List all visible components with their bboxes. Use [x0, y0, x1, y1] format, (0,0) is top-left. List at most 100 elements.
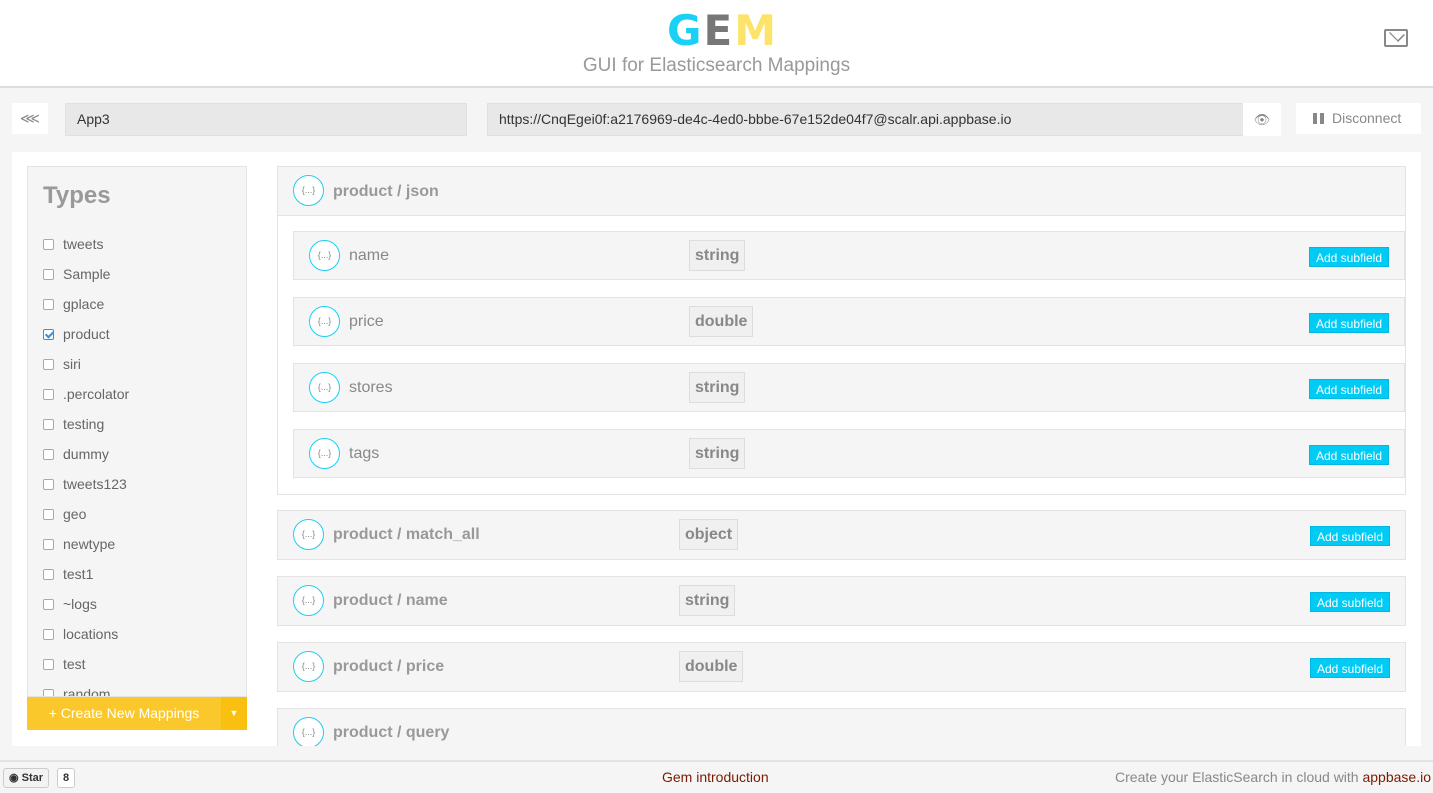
logo-letter: E	[703, 6, 735, 55]
mapping-title: product / match_all	[333, 526, 480, 543]
mapping-type: double	[679, 651, 744, 682]
type-label: test1	[63, 566, 94, 582]
type-checkbox[interactable]	[43, 538, 54, 550]
field-type: string	[689, 438, 746, 469]
add-subfield-button[interactable]: Add subfield	[1309, 313, 1389, 333]
type-item[interactable]: test1	[43, 559, 129, 589]
logo-letter: M	[734, 6, 778, 55]
object-icon: {...}	[309, 372, 340, 403]
main-panel: Types tweets Sample gplace product siri .perc…	[12, 152, 1421, 746]
type-checkbox[interactable]	[43, 628, 54, 640]
type-item[interactable]: geo	[43, 499, 129, 529]
type-checkbox[interactable]	[43, 448, 54, 460]
logo-letter: G	[667, 6, 704, 55]
add-subfield-button[interactable]: Add subfield	[1309, 445, 1389, 465]
type-label: test	[63, 656, 86, 672]
object-icon: {...}	[293, 585, 324, 616]
add-subfield-button[interactable]: Add subfield	[1310, 526, 1390, 546]
mappings-content: {...} product / json {...} name string Add su…	[277, 166, 1406, 746]
type-checkbox[interactable]	[43, 478, 54, 490]
type-item[interactable]: siri	[43, 349, 129, 379]
mapping-type: object	[679, 519, 739, 550]
type-checkbox[interactable]	[43, 358, 54, 370]
type-label: testing	[63, 416, 105, 432]
share-icon: ⋘	[20, 110, 40, 126]
type-item[interactable]: dummy	[43, 439, 129, 469]
type-checkbox[interactable]	[43, 688, 54, 696]
type-checkbox[interactable]	[43, 268, 54, 280]
footer: ◉ Star 8 Gem introduction Create your El…	[0, 760, 1433, 793]
app-subtitle: GUI for Elasticsearch Mappings	[582, 55, 851, 76]
type-item[interactable]: locations	[43, 619, 129, 649]
mapping-row: {...} product / name string Add subfield	[277, 576, 1406, 626]
type-label: .percolator	[63, 386, 130, 402]
type-checkbox[interactable]	[43, 238, 54, 250]
type-item[interactable]: ~logs	[43, 589, 129, 619]
types-list[interactable]: tweets Sample gplace product siri .percolator…	[43, 229, 129, 697]
field-type: double	[689, 306, 754, 337]
share-button[interactable]: ⋘	[12, 103, 48, 134]
object-icon: {...}	[293, 651, 324, 682]
mapping-group: {...} product / json {...} name string Add su…	[277, 166, 1406, 495]
add-subfield-button[interactable]: Add subfield	[1310, 592, 1390, 612]
type-item[interactable]: testing	[43, 409, 129, 439]
type-checkbox[interactable]	[43, 658, 54, 670]
eye-icon[interactable]: 👁	[1243, 103, 1281, 136]
object-icon: {...}	[293, 519, 324, 550]
type-label: random	[63, 686, 111, 697]
mapping-title: product / json	[333, 183, 439, 200]
type-label: product	[63, 326, 110, 342]
add-subfield-button[interactable]: Add subfield	[1309, 379, 1389, 399]
type-checkbox[interactable]	[43, 328, 54, 340]
mail-icon[interactable]	[1384, 29, 1408, 47]
url-input[interactable]: https://CnqEgei0f:a2176969-de4c-4ed0-bbb…	[487, 103, 1244, 136]
field-row: {...} name string Add subfield	[293, 231, 1405, 280]
mapping-title: product / query	[333, 724, 450, 741]
mapping-title: product / name	[333, 592, 448, 609]
types-sidebar: Types tweets Sample gplace product siri .perc…	[27, 166, 247, 697]
type-item[interactable]: .percolator	[43, 379, 129, 409]
cloud-text-label: Create your ElasticSearch in cloud with	[1115, 769, 1363, 785]
caret-down-icon[interactable]: ▼	[221, 697, 247, 730]
type-checkbox[interactable]	[43, 508, 54, 520]
github-star-button[interactable]: ◉ Star	[3, 768, 50, 788]
type-item[interactable]: product	[43, 319, 129, 349]
field-row: {...} tags string Add subfield	[293, 429, 1405, 478]
type-item[interactable]: test	[43, 649, 129, 679]
create-mappings-label[interactable]: + Create New Mappings	[27, 697, 221, 730]
field-name: price	[349, 313, 384, 330]
add-subfield-button[interactable]: Add subfield	[1309, 247, 1389, 267]
gem-introduction-link[interactable]: Gem introduction	[662, 769, 769, 785]
field-name: name	[349, 247, 390, 264]
type-item[interactable]: gplace	[43, 289, 129, 319]
type-checkbox[interactable]	[43, 298, 54, 310]
type-checkbox[interactable]	[43, 388, 54, 400]
type-checkbox[interactable]	[43, 418, 54, 430]
field-type: string	[689, 372, 746, 403]
mapping-title: product / price	[333, 658, 445, 675]
add-subfield-button[interactable]: Add subfield	[1310, 658, 1390, 678]
mapping-row: {...} product / query	[277, 708, 1406, 746]
pause-icon	[1313, 113, 1324, 124]
type-item[interactable]: tweets	[43, 229, 129, 259]
types-title: Types	[43, 182, 111, 209]
type-checkbox[interactable]	[43, 598, 54, 610]
app-name-input[interactable]: App3	[65, 103, 467, 136]
type-item[interactable]: Sample	[43, 259, 129, 289]
type-item[interactable]: newtype	[43, 529, 129, 559]
object-icon: {...}	[309, 306, 340, 337]
type-label: ~logs	[63, 596, 97, 612]
type-checkbox[interactable]	[43, 568, 54, 580]
create-mappings-button[interactable]: + Create New Mappings ▼	[27, 697, 247, 730]
object-icon: {...}	[309, 438, 340, 469]
type-label: newtype	[63, 536, 116, 552]
field-row: {...} price double Add subfield	[293, 297, 1405, 346]
type-item[interactable]: random	[43, 679, 129, 697]
star-count[interactable]: 8	[57, 768, 76, 788]
type-label: locations	[63, 626, 119, 642]
type-item[interactable]: tweets123	[43, 469, 129, 499]
star-label: Star	[21, 772, 44, 784]
disconnect-button[interactable]: Disconnect	[1296, 103, 1421, 134]
cloud-text: Create your ElasticSearch in cloud with …	[1115, 769, 1431, 785]
appbase-link[interactable]: appbase.io	[1362, 769, 1431, 785]
